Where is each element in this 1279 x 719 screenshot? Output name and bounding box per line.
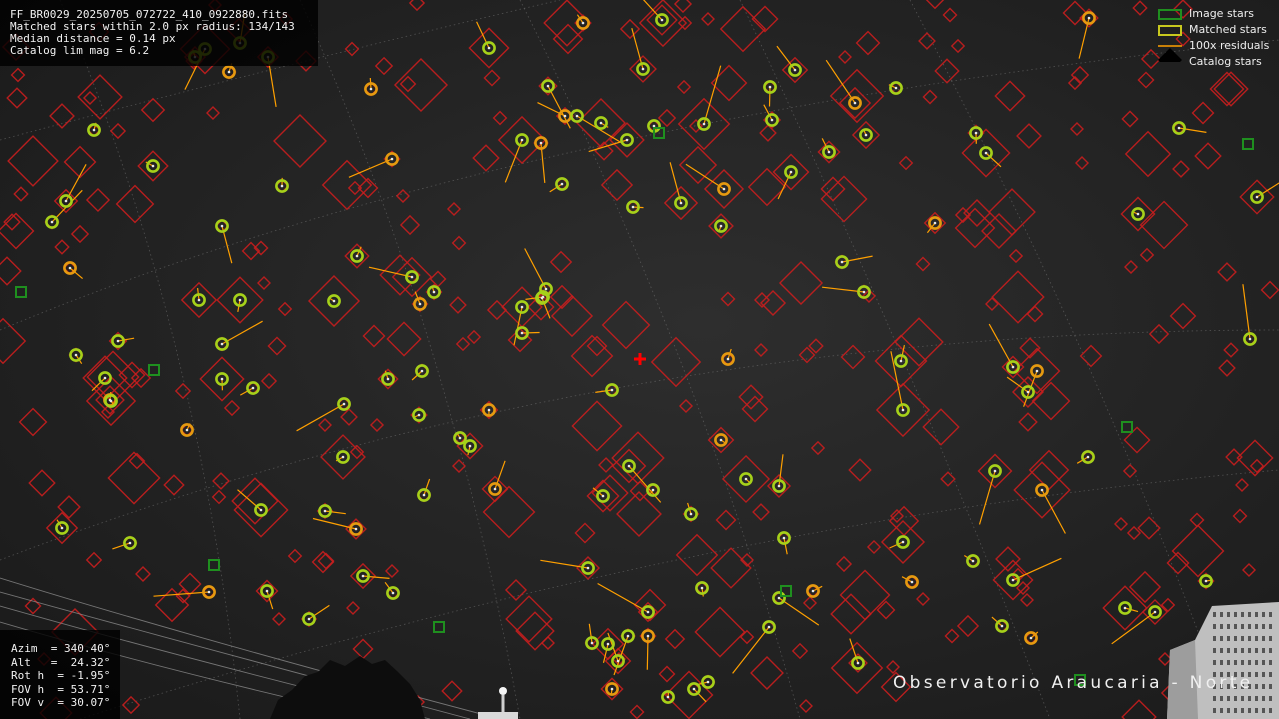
- window: [1213, 648, 1216, 653]
- legend-catalog-stars: Catalog stars: [1150, 48, 1279, 70]
- window: [1248, 696, 1251, 701]
- window: [1241, 708, 1244, 713]
- pointing-info-panel: Azim = 340.40° Alt = 24.32° Rot h = -1.9…: [0, 630, 120, 719]
- window: [1255, 612, 1258, 617]
- window: [1241, 612, 1244, 617]
- window: [1255, 684, 1258, 689]
- window: [1220, 612, 1223, 617]
- window: [1234, 660, 1237, 665]
- window: [1269, 672, 1272, 677]
- window: [1255, 624, 1258, 629]
- window: [1269, 708, 1272, 713]
- window: [1213, 624, 1216, 629]
- window: [1255, 648, 1258, 653]
- window: [1213, 696, 1216, 701]
- window: [1248, 612, 1251, 617]
- window: [1220, 696, 1223, 701]
- window: [1213, 660, 1216, 665]
- window: [1262, 684, 1265, 689]
- legend: Image stars Matched stars 100x residuals…: [1150, 6, 1279, 70]
- yellow-square-icon: [1158, 25, 1182, 36]
- altitude-value: Alt = 24.32°: [11, 655, 111, 669]
- residual-line: [768, 86, 771, 107]
- window: [1227, 660, 1230, 665]
- fov-horizontal-value: FOV h = 53.71°: [11, 682, 111, 696]
- window: [1227, 612, 1230, 617]
- window: [1269, 684, 1272, 689]
- legend-image-stars: Image stars: [1150, 6, 1279, 22]
- window: [1220, 624, 1223, 629]
- observatory-label: Observatorio Araucaria - Norte: [893, 673, 1254, 693]
- window: [1220, 648, 1223, 653]
- window: [1262, 708, 1265, 713]
- black-diamond-icon: [1158, 48, 1182, 62]
- window: [1269, 660, 1272, 665]
- window: [1234, 624, 1237, 629]
- sky-image: [0, 0, 1279, 719]
- catalog-limit-magnitude: Catalog lim mag = 6.2: [10, 44, 150, 57]
- window: [1227, 696, 1230, 701]
- window: [1248, 708, 1251, 713]
- window: [1269, 612, 1272, 617]
- window: [1255, 672, 1258, 677]
- window: [1269, 696, 1272, 701]
- rotation-value: Rot h = -1.95°: [11, 669, 111, 682]
- window: [1227, 636, 1230, 641]
- window: [1220, 660, 1223, 665]
- window: [1241, 660, 1244, 665]
- window: [1269, 624, 1272, 629]
- window: [1262, 696, 1265, 701]
- window: [1220, 708, 1223, 713]
- window: [1241, 648, 1244, 653]
- window: [1255, 636, 1258, 641]
- window: [1234, 648, 1237, 653]
- window: [1248, 624, 1251, 629]
- window: [1248, 636, 1251, 641]
- window: [1227, 648, 1230, 653]
- window: [1262, 624, 1265, 629]
- window: [1262, 648, 1265, 653]
- window: [1234, 612, 1237, 617]
- window: [1262, 672, 1265, 677]
- window: [1262, 636, 1265, 641]
- calibration-info-panel: FF_BR0029_20250705_072722_410_0922880.fi…: [0, 0, 318, 66]
- window: [1227, 624, 1230, 629]
- window: [1262, 612, 1265, 617]
- green-square-icon: [1158, 9, 1182, 20]
- window: [1248, 660, 1251, 665]
- residual-line: [521, 331, 540, 334]
- window: [1255, 708, 1258, 713]
- window: [1241, 636, 1244, 641]
- window: [1262, 660, 1265, 665]
- window: [1220, 636, 1223, 641]
- window: [1213, 636, 1216, 641]
- window: [1255, 696, 1258, 701]
- window: [1269, 648, 1272, 653]
- fov-vertical-value: FOV v = 30.07°: [11, 696, 111, 709]
- window: [1255, 660, 1258, 665]
- window: [1248, 648, 1251, 653]
- legend-matched-stars: Matched stars: [1150, 22, 1279, 38]
- window: [1234, 696, 1237, 701]
- azimuth-value: Azim = 340.40°: [11, 642, 111, 655]
- window: [1241, 624, 1244, 629]
- window: [1234, 636, 1237, 641]
- window: [1234, 708, 1237, 713]
- window: [1227, 708, 1230, 713]
- window: [1269, 636, 1272, 641]
- window: [1213, 612, 1216, 617]
- window: [1213, 708, 1216, 713]
- window: [1241, 696, 1244, 701]
